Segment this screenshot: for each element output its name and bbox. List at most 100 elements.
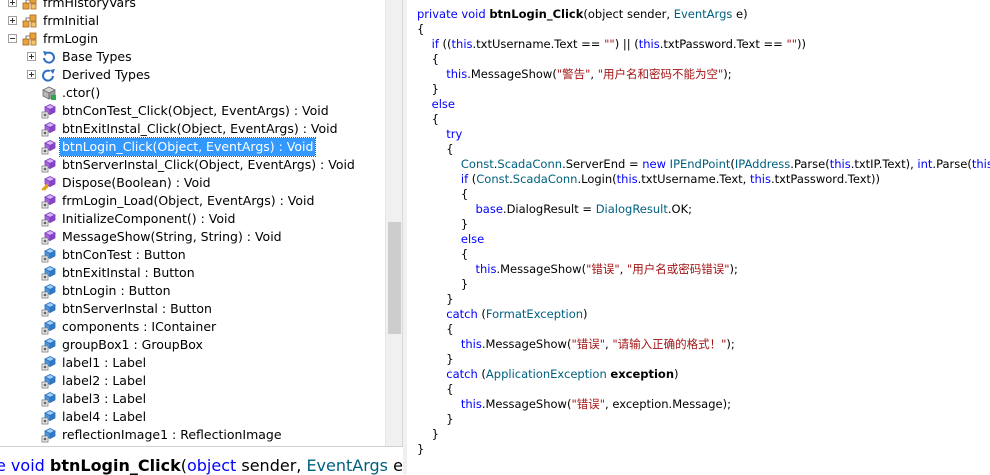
tree-item-label[interactable]: btnServerInstal_Click(Object, EventArgs)… (60, 156, 357, 174)
code-token: .MessageShow( (481, 397, 572, 411)
code-line: } (417, 412, 453, 427)
code-token: btnLogin_Click (489, 7, 584, 21)
expand-icon[interactable] (8, 0, 17, 7)
method-icon (41, 211, 57, 227)
tree-item-label[interactable]: frmInitial (41, 12, 101, 30)
tree-scrollbar-thumb[interactable] (388, 222, 401, 334)
code-token: this (829, 157, 851, 171)
tree-item-label[interactable]: groupBox1 : GroupBox (60, 336, 205, 354)
tree-item[interactable]: .ctor() (0, 84, 385, 102)
code-token: this (460, 337, 482, 351)
code-line: if (Const.ScadaConn.Login(this.txtUserna… (417, 172, 880, 187)
tree-item-label[interactable]: label3 : Label (60, 390, 148, 408)
tree-item[interactable]: InitializeComponent() : Void (0, 210, 385, 228)
field-icon (41, 247, 57, 263)
tree-item[interactable]: Derived Types (0, 66, 385, 84)
tree-item-label[interactable]: Dispose(Boolean) : Void (60, 174, 213, 192)
tree-item[interactable]: label2 : Label (0, 372, 385, 390)
tree-item[interactable]: frmLogin_Load(Object, EventArgs) : Void (0, 192, 385, 210)
tree-item[interactable]: MessageShow(String, String) : Void (0, 228, 385, 246)
tree-item[interactable]: Dispose(Boolean) : Void (0, 174, 385, 192)
tree-item-label[interactable]: components : IContainer (60, 318, 218, 336)
tree-item-label[interactable]: btnExitInstal : Button (60, 264, 197, 282)
tree-item[interactable]: label1 : Label (0, 354, 385, 372)
code-token: } (417, 82, 439, 96)
source-code-view[interactable]: private void btnLogin_Click(object sende… (407, 0, 990, 474)
method-icon (41, 103, 57, 119)
tree-item[interactable]: Base Types (0, 48, 385, 66)
code-line: { (417, 382, 453, 397)
tree-item-label[interactable]: btnExitInstal_Click(Object, EventArgs) :… (60, 120, 340, 138)
tree-item-label[interactable]: MessageShow(String, String) : Void (60, 228, 284, 246)
tree-item[interactable]: label3 : Label (0, 390, 385, 408)
tree-item[interactable]: reflectionImage1 : ReflectionImage (0, 426, 385, 444)
code-token: } (417, 442, 425, 456)
code-line: else (417, 97, 455, 112)
tree-item-label[interactable]: frmLogin_Load(Object, EventArgs) : Void (60, 192, 316, 210)
tree-item-label[interactable]: InitializeComponent() : Void (60, 210, 237, 228)
tree-item-label[interactable]: label1 : Label (60, 354, 148, 372)
tree-item-label[interactable]: frmHistoryVars (41, 0, 138, 12)
code-token: else (431, 97, 455, 111)
tree-item-label[interactable]: btnConTest_Click(Object, EventArgs) : Vo… (60, 102, 331, 120)
tree-item-label[interactable]: frmLogin (41, 30, 100, 48)
tree-item-label[interactable]: .ctor() (60, 84, 102, 102)
code-line: { (417, 142, 454, 157)
tree-item[interactable]: frmHistoryVars (0, 0, 385, 12)
tree-item-label[interactable]: Derived Types (60, 66, 152, 84)
tree-item[interactable]: components : IContainer (0, 318, 385, 336)
tree-item[interactable]: btnExitInstal_Click(Object, EventArgs) :… (0, 120, 385, 138)
code-token: .DialogResult = (502, 202, 596, 216)
tree-item-label[interactable]: reflectionImage1 : ReflectionImage (60, 426, 284, 444)
expand-icon[interactable] (27, 52, 36, 61)
code-token: "错误" (571, 397, 606, 411)
field-icon (41, 319, 57, 335)
code-token: this (749, 172, 771, 186)
tree-item-label[interactable]: label2 : Label (60, 372, 148, 390)
tree-item-label[interactable]: btnLogin_Click(Object, EventArgs) : Void (58, 137, 317, 157)
tree-item[interactable]: btnConTest_Click(Object, EventArgs) : Vo… (0, 102, 385, 120)
tree-item[interactable]: label4 : Label (0, 408, 385, 426)
tree-item[interactable]: btnServerInstal : Button (0, 300, 385, 318)
tree-item[interactable]: frmLogin (0, 30, 385, 48)
code-line: Const.ScadaConn.ServerEnd = new IPEndPoi… (417, 157, 990, 172)
code-line: { (417, 247, 468, 262)
tree-item[interactable]: btnServerInstal_Click(Object, EventArgs)… (0, 156, 385, 174)
override-method-icon (41, 175, 57, 191)
signature-type-object: object (186, 456, 237, 475)
expand-icon[interactable] (8, 16, 17, 25)
field-icon (41, 355, 57, 371)
code-token: this (616, 172, 638, 186)
tree-item[interactable]: frmInitial (0, 12, 385, 30)
code-token: .Login( (577, 172, 617, 186)
code-token: { (417, 142, 454, 156)
tree-item[interactable]: btnExitInstal : Button (0, 264, 385, 282)
tree-item[interactable]: groupBox1 : GroupBox (0, 336, 385, 354)
code-token: this (971, 157, 990, 171)
class-icon (22, 13, 38, 29)
tree-item-label[interactable]: label4 : Label (60, 408, 148, 426)
collapse-icon[interactable] (8, 34, 17, 43)
tree-item-label[interactable]: btnConTest : Button (60, 246, 188, 264)
method-icon (41, 193, 57, 209)
tree-item-label[interactable]: btnServerInstal : Button (60, 300, 214, 318)
signature-method-name: btnLogin_Click (49, 456, 181, 475)
code-token: Const (476, 172, 510, 186)
expand-icon[interactable] (27, 70, 36, 79)
tree-vertical-scrollbar[interactable] (385, 0, 402, 446)
tree-item[interactable]: btnLogin : Button (0, 282, 385, 300)
code-line: } (417, 427, 439, 442)
tree-item[interactable]: btnConTest : Button (0, 246, 385, 264)
tree-item-label[interactable]: btnLogin : Button (60, 282, 173, 300)
code-line: } (417, 217, 468, 232)
code-token: .Parse( (932, 157, 972, 171)
tree-item-label[interactable]: Base Types (60, 48, 134, 66)
tree-item[interactable]: btnLogin_Click(Object, EventArgs) : Void (0, 137, 385, 157)
code-token: private (417, 7, 462, 21)
code-token: catch (446, 307, 478, 321)
class-browser-tree: frmHistoryVars frmInitial frmLogin Base Typ… (0, 0, 403, 446)
code-token: { (417, 187, 469, 201)
